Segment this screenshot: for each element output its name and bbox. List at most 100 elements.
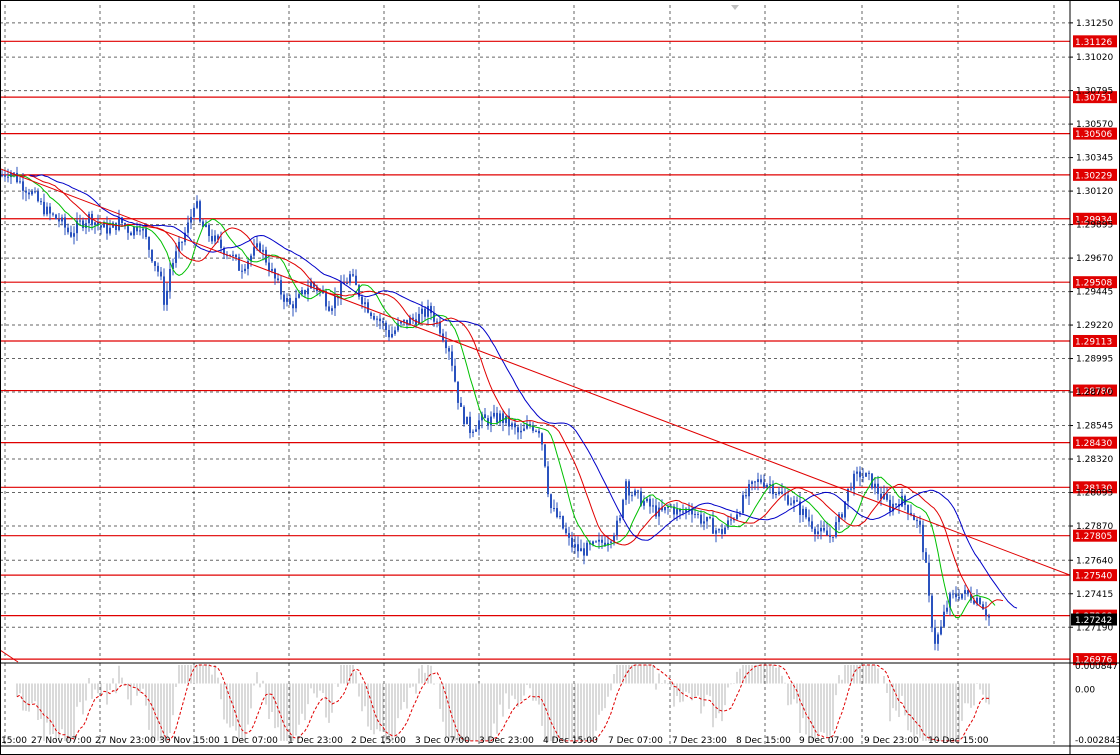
candle-body: [466, 416, 468, 425]
candle-body: [955, 593, 957, 598]
candle-body: [421, 308, 423, 314]
candle-body: [283, 294, 285, 302]
price-tick-label: 1.30570: [1076, 120, 1113, 130]
time-tick-label: 15:00: [1, 736, 27, 746]
candle-body: [901, 495, 903, 507]
candle-body: [778, 491, 780, 494]
candle-body: [331, 308, 333, 311]
candle-body: [61, 217, 63, 222]
candle-body: [952, 593, 954, 595]
candle-body: [73, 233, 75, 237]
candle-body: [814, 528, 816, 534]
candle-body: [766, 485, 768, 488]
candle-body: [964, 590, 966, 594]
candle-body: [877, 483, 879, 494]
candle-body: [307, 288, 309, 295]
candle-body: [928, 562, 930, 596]
candle-body: [253, 247, 255, 256]
osc-tick-label: 0.000847: [1075, 662, 1118, 672]
candle-body: [568, 533, 570, 538]
candle-body: [457, 381, 459, 403]
candle-body: [940, 626, 942, 635]
candle-body: [547, 466, 549, 495]
candle-body: [832, 536, 834, 538]
candle-body: [118, 217, 120, 231]
candle-body: [601, 539, 603, 543]
candle-body: [496, 412, 498, 423]
candle-body: [472, 431, 474, 433]
candle-body: [643, 501, 645, 506]
candle-body: [550, 494, 552, 509]
candle-body: [958, 597, 960, 599]
candle-body: [691, 510, 693, 515]
candle-body: [703, 521, 705, 524]
candle-body: [787, 495, 789, 505]
candle-body: [40, 201, 42, 203]
candle-body: [433, 313, 435, 322]
candle-body: [907, 504, 909, 513]
candle-body: [148, 237, 150, 250]
candle-body: [637, 490, 639, 492]
candle-body: [268, 262, 270, 271]
candle-body: [985, 609, 987, 616]
candle-body: [463, 406, 465, 425]
candle-body: [403, 319, 405, 322]
candle-body: [856, 471, 858, 474]
candle-body: [586, 542, 588, 556]
osc-tick-label: -0.002843: [1075, 736, 1120, 746]
candle-body: [82, 220, 84, 228]
candle-body: [166, 290, 168, 305]
price-chart[interactable]: 1.311261.307511.305061.302291.299341.295…: [0, 0, 1120, 755]
candle-body: [505, 415, 507, 423]
price-tick-label: 1.30345: [1076, 154, 1113, 164]
candle-body: [163, 276, 165, 305]
candle-body: [388, 329, 390, 338]
price-tick-label: 1.28770: [1076, 388, 1113, 398]
candle-body: [742, 495, 744, 514]
candle-body: [205, 224, 207, 228]
candle-body: [961, 593, 963, 599]
candle-body: [196, 201, 198, 208]
candle-body: [553, 508, 555, 510]
candle-body: [259, 243, 261, 252]
candle-body: [85, 223, 87, 228]
candle-body: [757, 479, 759, 483]
candle-body: [724, 527, 726, 534]
candle-body: [988, 615, 990, 618]
candle-body: [181, 241, 183, 243]
candle-body: [475, 429, 477, 432]
candle-body: [541, 433, 543, 445]
candle-body: [484, 414, 486, 419]
candle-body: [34, 191, 36, 193]
price-tick-label: 1.28995: [1076, 355, 1113, 365]
candle-body: [334, 295, 336, 309]
candle-body: [922, 524, 924, 553]
candle-body: [46, 206, 48, 215]
time-tick-label: 10 Dec 15:00: [928, 736, 989, 746]
candle-body: [364, 302, 366, 305]
candle-body: [244, 268, 246, 272]
candle-body: [775, 493, 777, 495]
time-tick-label: 3 Dec 23:00: [479, 736, 534, 746]
candle-body: [262, 249, 264, 252]
candle-body: [367, 302, 369, 313]
candle-body: [154, 261, 156, 266]
candle-body: [100, 225, 102, 228]
candle-body: [427, 305, 429, 317]
candle-body: [232, 254, 234, 256]
candle-body: [823, 527, 825, 531]
candle-body: [1, 175, 3, 177]
candle-body: [517, 427, 519, 433]
candle-body: [850, 488, 852, 490]
candle-body: [937, 634, 939, 644]
chart-window[interactable]: 1.31126 1.30751 1.30506 1.30229 1.29934 1.295…: [0, 0, 1120, 755]
candle-body: [199, 201, 201, 222]
candle-body: [727, 520, 729, 528]
candle-body: [730, 519, 732, 521]
candle-body: [697, 513, 699, 515]
candle-body: [769, 484, 771, 486]
candle-body: [931, 595, 933, 628]
candle-body: [145, 228, 147, 238]
candle-body: [208, 224, 210, 237]
level-label: 1.27805: [1075, 532, 1112, 542]
